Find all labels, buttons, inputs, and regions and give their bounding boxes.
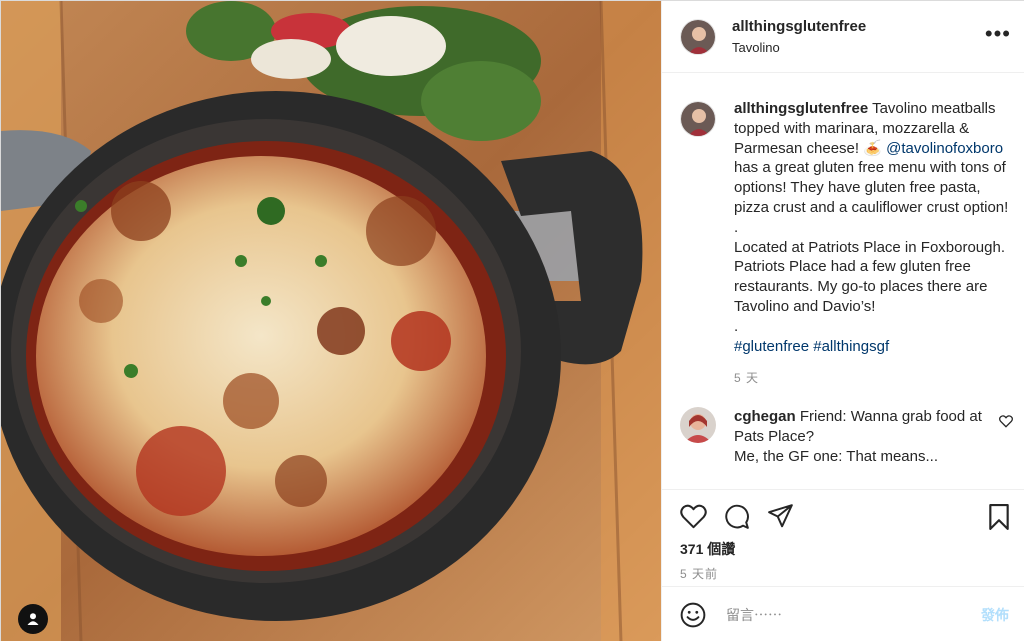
caption-text-2: has a great gluten free menu with tons o… — [734, 159, 1009, 216]
commenter-avatar[interactable] — [680, 407, 716, 444]
caption-avatar[interactable] — [680, 101, 716, 137]
comment-composer: 發佈 — [662, 586, 1024, 641]
likes-count[interactable]: 371 個讚 — [680, 539, 735, 559]
caption-block: allthingsglutenfree Tavolino meatballs t… — [662, 74, 1024, 389]
post-photo[interactable] — [1, 1, 661, 641]
caption-username[interactable]: allthingsglutenfree — [734, 100, 868, 117]
caption-age: 5 天 — [734, 371, 760, 386]
hashtag-link[interactable]: #allthingsgf — [813, 338, 889, 355]
commenter-username[interactable]: cghegan — [734, 408, 796, 425]
comment-icon[interactable] — [724, 504, 750, 530]
hashtag-link[interactable]: #glutenfree — [734, 338, 809, 355]
tagged-users-button[interactable] — [18, 604, 48, 634]
post-comment-button[interactable]: 發佈 — [981, 605, 1009, 625]
post-header: allthingsglutenfree Tavolino ••• — [662, 1, 1024, 73]
action-bar — [662, 489, 1024, 543]
author-username[interactable]: allthingsglutenfree — [732, 18, 866, 35]
comment-text: cghegan Friend: Wanna grab food at Pats … — [734, 407, 990, 467]
comment-input[interactable] — [726, 606, 956, 623]
more-options-button[interactable]: ••• — [985, 23, 1011, 45]
food-emoji: 🍝 — [863, 139, 882, 157]
caption-text-3: Located at Patriots Place in Foxborough.… — [734, 238, 1005, 315]
author-avatar[interactable] — [680, 18, 716, 55]
avatar-photo — [681, 19, 715, 54]
caption-dot-2: . — [734, 317, 739, 335]
bookmark-icon[interactable] — [987, 504, 1011, 530]
avatar-photo — [681, 102, 715, 136]
post-location[interactable]: Tavolino — [732, 40, 866, 55]
comment-like-heart-icon[interactable] — [999, 415, 1013, 428]
caption-text: allthingsglutenfree Tavolino meatballs t… — [734, 99, 1009, 389]
food-photo-illustration — [1, 1, 661, 641]
mention-link[interactable]: @tavolinofoxboro — [886, 140, 1003, 157]
post-date: 5 天前 — [680, 567, 719, 581]
smiley-icon[interactable] — [680, 602, 706, 628]
comment-body-cut: Me, the GF one: That means... — [734, 448, 938, 466]
avatar-photo — [680, 407, 716, 444]
comments-list[interactable]: allthingsglutenfree Tavolino meatballs t… — [662, 74, 1024, 489]
paper-plane-icon[interactable] — [768, 504, 794, 528]
person-icon — [27, 613, 39, 625]
post-side-panel: allthingsglutenfree Tavolino ••• allthin… — [661, 1, 1024, 641]
heart-icon[interactable] — [680, 504, 707, 529]
comment-item: cghegan Friend: Wanna grab food at Pats … — [662, 389, 1024, 467]
post-window: allthingsglutenfree Tavolino ••• allthin… — [0, 0, 1024, 641]
caption-dot-1: . — [734, 218, 739, 236]
